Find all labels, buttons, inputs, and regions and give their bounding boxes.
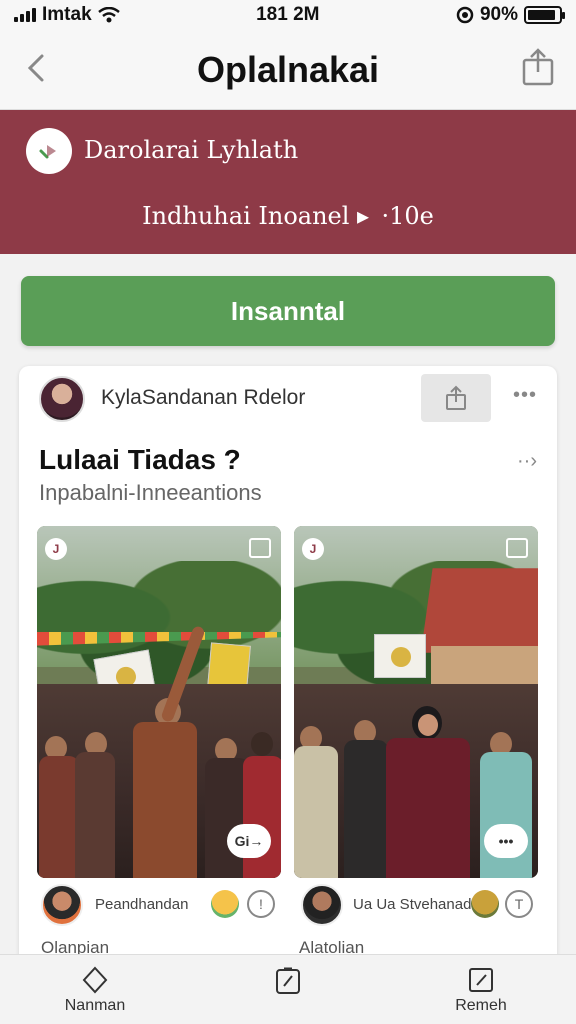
- post-photo-left[interactable]: J Gi→: [37, 526, 281, 878]
- person: [418, 714, 438, 736]
- battery-level: [527, 10, 555, 20]
- person: [243, 756, 281, 878]
- tab-edit[interactable]: [233, 961, 343, 1023]
- battery-percent: 90%: [479, 4, 518, 25]
- post-title: Lulaai Tiadas ?: [39, 444, 241, 475]
- photo-pill-button[interactable]: •••: [484, 824, 528, 858]
- person: [386, 738, 470, 878]
- comment-row-left: Peandhandan !: [41, 884, 281, 928]
- play-badge-icon[interactable]: [26, 128, 72, 174]
- post-subtitle: Inpabalni-Inneeantions: [39, 480, 262, 505]
- banner-title: Darolarai Lyhlath: [84, 136, 299, 164]
- photo-pill-button[interactable]: Gi→: [227, 824, 271, 858]
- person: [75, 752, 115, 878]
- person: [480, 752, 532, 878]
- tab-home[interactable]: Nanman: [40, 961, 150, 1023]
- person: [251, 732, 273, 756]
- share-icon[interactable]: [520, 46, 556, 86]
- info-icon[interactable]: !: [247, 890, 275, 918]
- back-chevron-icon[interactable]: [22, 48, 52, 88]
- roof: [420, 568, 538, 653]
- status-time: 181 2M: [256, 4, 320, 25]
- tab-compose[interactable]: Remeh: [426, 961, 536, 1023]
- emoji-reaction-icon[interactable]: [211, 890, 239, 918]
- carrier-label: Imtak: [42, 4, 92, 25]
- navigation-bar: Oplalnakai: [0, 30, 576, 110]
- emoji-reaction-icon[interactable]: [471, 890, 499, 918]
- tag-icon[interactable]: J: [45, 538, 67, 560]
- compose-icon: [469, 968, 493, 992]
- text-icon[interactable]: T: [505, 890, 533, 918]
- flag: [374, 634, 426, 678]
- card-share-button[interactable]: [421, 374, 491, 422]
- post-photo-right[interactable]: J •••: [294, 526, 538, 878]
- banner-subtitle: Indhuhai Inoanel ▸ ·10e: [142, 202, 434, 230]
- primary-action-button[interactable]: Insanntal: [21, 276, 555, 346]
- person: [344, 740, 388, 878]
- battery-icon: [523, 6, 565, 24]
- signal-icon: [14, 8, 36, 22]
- clipboard-edit-icon: [276, 967, 300, 994]
- tab-label: Remeh: [455, 997, 507, 1014]
- diamond-icon: [82, 966, 108, 994]
- tab-label: Nanman: [64, 997, 126, 1014]
- expand-icon[interactable]: [249, 538, 271, 558]
- wifi-icon: [97, 7, 120, 23]
- person: [294, 746, 338, 878]
- page-title: Oplalnakai: [196, 48, 380, 90]
- tag-icon[interactable]: J: [302, 538, 324, 560]
- share-icon: [446, 385, 466, 410]
- commenter-avatar[interactable]: [301, 884, 343, 926]
- comment-row-right: Ua Ua Stvehanad T: [299, 884, 549, 928]
- status-bar: Imtak 181 2M 90%: [0, 0, 576, 30]
- commenter-avatar[interactable]: [41, 884, 83, 926]
- status-right: 90%: [456, 4, 565, 26]
- person: [39, 756, 79, 878]
- lock-rotation-icon: [456, 6, 474, 24]
- author-avatar[interactable]: [39, 376, 85, 422]
- arrow-right-icon[interactable]: ··›: [517, 450, 537, 473]
- header-banner: Darolarai Lyhlath Indhuhai Inoanel ▸ ·10…: [0, 110, 576, 254]
- expand-icon[interactable]: [506, 538, 528, 558]
- person: [133, 722, 197, 878]
- post-card: KylaSandanan Rdelor ••• Lulaai Tiadas ? …: [19, 366, 557, 966]
- more-options-icon[interactable]: •••: [513, 384, 537, 407]
- bottom-tab-bar: Nanman Remeh: [0, 954, 576, 1024]
- commenter-name: Ua Ua Stvehanad: [353, 896, 472, 913]
- commenter-name: Peandhandan: [95, 896, 189, 913]
- status-left: Imtak: [14, 4, 120, 26]
- author-name[interactable]: KylaSandanan Rdelor: [101, 386, 305, 410]
